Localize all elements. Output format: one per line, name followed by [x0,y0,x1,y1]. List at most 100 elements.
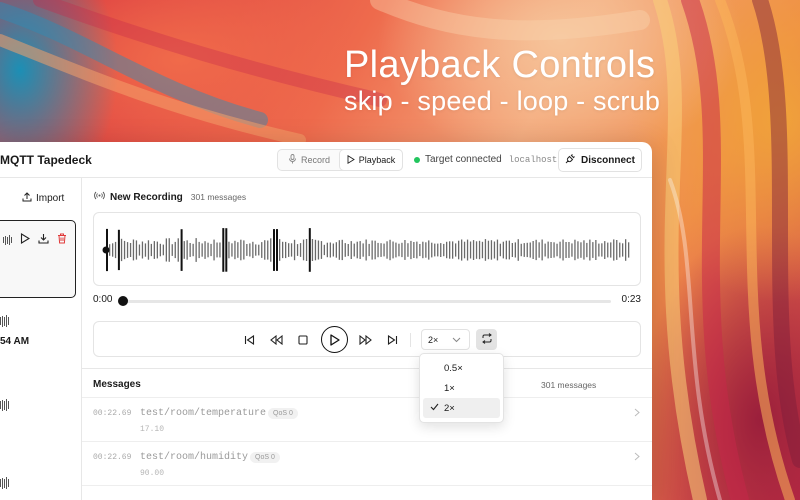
waveform-bar [168,238,170,262]
play-icon[interactable] [20,231,31,249]
message-value: 90.00 [140,469,165,478]
waveform-bar [138,244,141,256]
transport-controls: 2× [93,321,641,357]
scrubber[interactable]: 0:00 0:23 [93,294,641,308]
waveform-bar [114,241,117,259]
speed-option[interactable]: 1× [423,378,500,398]
waveform-bar [261,242,263,258]
import-button[interactable]: Import [22,192,64,205]
waveform-bar [365,239,367,261]
waveform-bar [246,244,248,256]
waveform-bar [428,240,430,260]
trash-icon[interactable] [57,231,67,249]
play-outline-icon [347,154,355,166]
waveform-bar [198,241,200,259]
waveform-bar [416,241,418,259]
download-icon[interactable] [38,231,49,249]
record-mode-button[interactable]: Record [278,150,340,170]
loop-toggle[interactable] [476,329,497,350]
fast-forward-icon[interactable] [357,332,373,348]
waveform-bars [102,228,630,272]
scrubber-track[interactable] [123,300,611,303]
waveform-bar [296,244,299,256]
waveform-bar [434,243,436,257]
waveform-bar [550,242,552,258]
stop-icon[interactable] [295,332,311,348]
waveform-bar [201,243,203,257]
waveform-bar [541,239,543,261]
connection-host: localhost [508,154,558,165]
waveform-bar [335,242,337,258]
waveform-bar [443,243,445,257]
broadcast-icon [94,191,105,203]
disconnect-label: Disconnect [581,154,635,166]
chevron-right-icon [634,452,640,464]
speed-option-selected[interactable]: 2× [423,398,500,418]
waveform-bar [183,241,185,259]
waveform-bar [195,238,197,262]
message-row[interactable]: 00:22.69 test/room/humidity QoS 0 90.00 [82,442,652,486]
waveform-bar [222,228,225,272]
waveform-bar [475,241,478,259]
waveform-bar [305,239,308,261]
waveform-bar [398,243,400,257]
waveform-bar [219,242,221,258]
waveform-bar [625,239,627,261]
waveform-bar [410,240,412,260]
waveform-bar [469,241,472,259]
repeat-icon [481,331,493,349]
waveform-bar [216,242,218,258]
waveform-bar [538,242,540,258]
waveform[interactable] [93,212,641,286]
recording-message-count: 301 messages [190,192,247,202]
waveform-bar [159,243,161,257]
waveform-bar [302,239,305,261]
waveform-bar [320,241,323,259]
qos-badge: QoS 0 [250,452,280,463]
microphone-icon [288,154,297,166]
skip-forward-icon[interactable] [384,332,400,348]
waveform-bar [377,242,379,258]
waveform-bar [141,241,144,259]
message-topic: test/room/temperature [140,408,267,419]
waveform-bar [332,243,334,257]
waveform-bar [156,241,158,259]
playback-mode-button[interactable]: Playback [340,150,402,170]
messages-label: Messages [93,379,141,390]
play-button[interactable] [321,326,348,353]
waveform-bar [514,242,516,258]
skip-back-icon[interactable] [241,332,257,348]
waveform-bar [231,243,233,257]
playback-mode-label: Playback [358,155,396,165]
waveform-bar [368,243,370,257]
speed-option[interactable]: 0.5× [423,358,500,378]
recording-title: New Recording [110,191,183,203]
waveform-bar [362,243,364,257]
waveform-bar [356,241,358,259]
waveform-bar [458,240,460,260]
message-topic: test/room/humidity [140,452,249,463]
waveform-bar [207,242,209,258]
waveform-bar [568,242,570,258]
headline-title: Playback Controls [344,44,656,86]
message-row[interactable]: 00:22.69 test/room/temperature QoS 0 17.… [82,398,652,442]
rewind-icon[interactable] [268,332,284,348]
waveform-bar [344,243,346,257]
waveform-bar [601,243,603,257]
waveform-bar [616,240,618,260]
headline: Playback Controls skip - speed - loop - … [344,44,660,116]
waveform-bar [452,241,454,259]
waveform-bar [463,241,466,259]
check-icon [430,403,439,414]
waveform-bar [610,242,612,258]
mini-waveform [3,235,12,245]
playhead-marker [102,246,110,254]
waveform-bar [622,243,624,257]
waveform-bar [487,240,490,260]
recording-card-selected[interactable] [0,220,76,298]
waveform-bar [165,238,167,262]
speed-select[interactable]: 2× [421,329,470,350]
waveform-bar [502,241,504,259]
scrubber-handle[interactable] [118,296,128,306]
disconnect-button[interactable]: Disconnect [558,148,642,172]
